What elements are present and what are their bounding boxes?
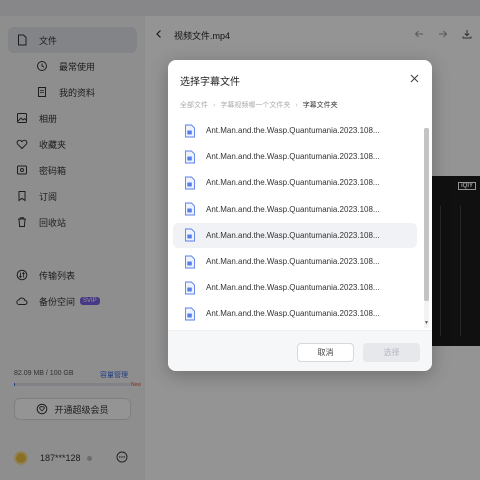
breadcrumb-item[interactable]: 字幕视频哪一个文件夹: [220, 100, 290, 110]
breadcrumb-separator: ›: [295, 101, 298, 109]
subtitle-file-icon: [184, 150, 196, 164]
breadcrumb-item[interactable]: 全部文件: [180, 100, 208, 110]
select-button[interactable]: 选择: [363, 343, 420, 362]
subtitle-file-icon: [184, 202, 196, 216]
file-name: Ant.Man.and.the.Wasp.Quantumania.2023.10…: [206, 204, 380, 214]
dialog-title: 选择字幕文件: [180, 77, 240, 88]
file-name: Ant.Man.and.the.Wasp.Quantumania.2023.10…: [206, 126, 380, 135]
close-icon[interactable]: [410, 74, 419, 83]
file-name: Ant.Man.and.the.Wasp.Quantumania.2023.10…: [206, 257, 380, 266]
breadcrumb: 全部文件 › 字幕视频哪一个文件夹 › 字幕文件夹: [180, 100, 338, 110]
file-row[interactable]: Ant.Man.and.the.Wasp.Quantumania.2023.10…: [173, 249, 417, 274]
file-name: Ant.Man.and.the.Wasp.Quantumania.2023.10…: [206, 178, 380, 188]
subtitle-file-icon: [184, 307, 196, 321]
file-row[interactable]: Ant.Man.and.the.Wasp.Quantumania.2023.10…: [173, 222, 417, 248]
subtitle-file-icon: [184, 176, 196, 190]
breadcrumb-current: 字幕文件夹: [302, 102, 338, 109]
scroll-thumb[interactable]: [424, 128, 429, 301]
select-subtitle-dialog: 选择字幕文件 全部文件 › 字幕视频哪一个文件夹 › 字幕文件夹 Ant.Man…: [168, 60, 432, 371]
file-row[interactable]: Ant.Man.and.the.Wasp.Quantumania.2023.10…: [173, 118, 417, 143]
file-list: Ant.Man.and.the.Wasp.Quantumania.2023.10…: [173, 118, 424, 327]
subtitle-file-icon: [184, 281, 196, 295]
file-name: Ant.Man.and.the.Wasp.Quantumania.2023.10…: [206, 152, 380, 162]
scrollbar[interactable]: ▼: [423, 128, 429, 328]
cancel-button[interactable]: 取消: [297, 343, 354, 362]
subtitle-file-icon: [184, 255, 196, 269]
dialog-footer: 取消 选择: [168, 330, 432, 371]
file-name: Ant.Man.and.the.Wasp.Quantumania.2023.10…: [206, 283, 380, 293]
subtitle-file-icon: [184, 124, 196, 138]
subtitle-file-icon: [184, 228, 196, 242]
file-name: Ant.Man.and.the.Wasp.Quantumania.2023.10…: [206, 309, 380, 319]
file-row[interactable]: Ant.Man.and.the.Wasp.Quantumania.2023.10…: [173, 170, 417, 195]
breadcrumb-separator: ›: [213, 101, 216, 109]
scroll-down-arrow[interactable]: ▼: [424, 320, 429, 326]
file-name: Ant.Man.and.the.Wasp.Quantumania.2023.10…: [206, 230, 380, 240]
file-row[interactable]: Ant.Man.and.the.Wasp.Quantumania.2023.10…: [173, 197, 417, 222]
file-row[interactable]: Ant.Man.and.the.Wasp.Quantumania.2023.10…: [173, 144, 417, 169]
file-row[interactable]: Ant.Man.and.the.Wasp.Quantumania.2023.10…: [173, 301, 417, 326]
file-row[interactable]: Ant.Man.and.the.Wasp.Quantumania.2023.10…: [173, 275, 417, 300]
